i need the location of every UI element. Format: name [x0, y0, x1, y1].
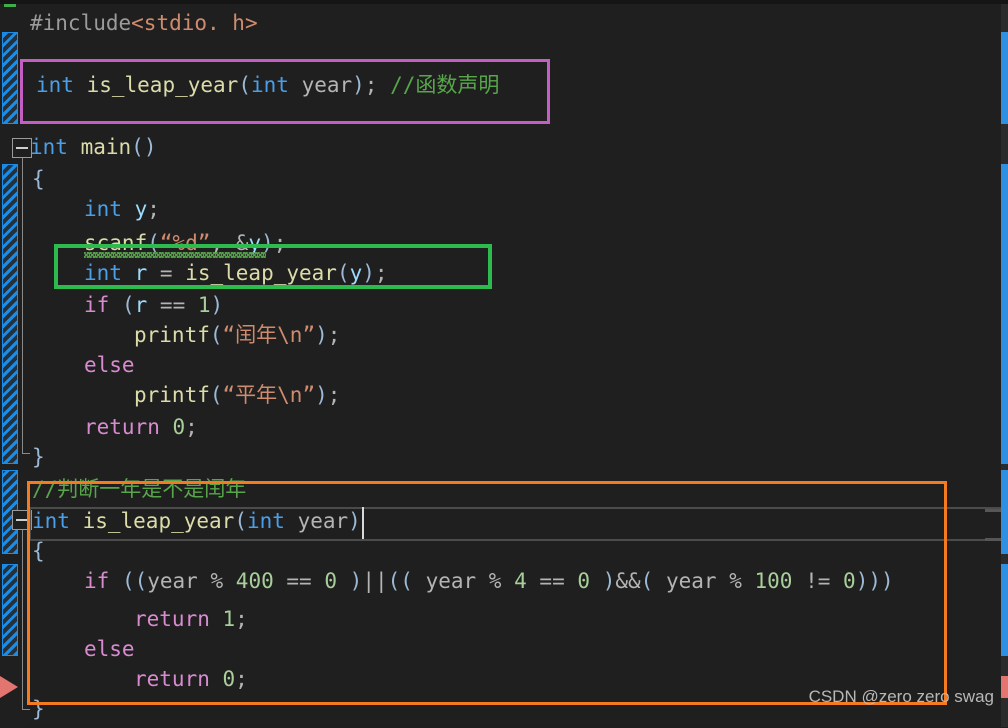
token-num: 400	[235, 569, 274, 593]
scrollbar-change-marker	[1001, 470, 1008, 554]
token-if: if	[84, 569, 110, 593]
token-num: 0	[324, 569, 337, 593]
token-int: int	[30, 135, 68, 159]
scrollbar-change-marker	[1001, 164, 1008, 464]
token-fn-main: main	[80, 135, 132, 159]
token-header: <stdio. h>	[131, 11, 258, 35]
token-num: 4	[514, 569, 527, 593]
token-fn-printf: printf	[134, 323, 210, 347]
scrollbar-bookmark-marker	[1001, 676, 1008, 698]
code-editor[interactable]: #include<stdio. h> int is_leap_year(int …	[0, 0, 1008, 727]
token-int: int	[36, 73, 74, 97]
token-param-year: year	[301, 73, 353, 97]
token-str-leap: “闰年\n”	[222, 323, 316, 347]
token-fn-name: is_leap_year	[86, 73, 239, 97]
code-line: int y;	[84, 197, 160, 221]
token-fn-printf: printf	[134, 383, 210, 407]
token-var-y: y	[349, 261, 363, 285]
token-num: 100	[754, 569, 793, 593]
token-return: return	[134, 667, 210, 691]
token-num: 0	[577, 569, 591, 593]
code-text-area[interactable]: #include<stdio. h> int is_leap_year(int …	[0, 4, 1008, 727]
scrollbar-current-line-marker	[985, 509, 1001, 512]
watermark: CSDN @zero zero swag	[808, 687, 994, 706]
code-line: int is_leap_year(int year); //函数声明	[36, 73, 500, 97]
token-num: 1	[222, 607, 236, 631]
token-str-common: “平年\n”	[222, 383, 316, 407]
token-var-r: r	[134, 261, 148, 285]
code-line: #include<stdio. h>	[0, 4, 1008, 42]
token-num: 0	[843, 569, 856, 593]
token-int: int	[84, 197, 122, 221]
token-comment: //函数声明	[390, 73, 500, 97]
scrollbar-change-marker	[1001, 32, 1008, 124]
token-num: 1	[197, 293, 211, 317]
scrollbar-current-line-marker	[985, 538, 1001, 541]
token-comment: //判断一年是不是闰年	[32, 477, 247, 501]
token-var-year: year	[147, 569, 198, 593]
token-var-r: r	[134, 293, 148, 317]
token-else: else	[84, 353, 135, 377]
vertical-scrollbar[interactable]	[1001, 4, 1008, 727]
token-var-year: year	[425, 569, 477, 593]
current-line-highlight	[30, 507, 1008, 541]
token-include: #include	[30, 11, 132, 35]
scrollbar-change-marker	[1001, 564, 1008, 656]
token-num: 0	[172, 415, 186, 439]
token-int: int	[250, 73, 289, 97]
token-return: return	[134, 607, 210, 631]
token-num: 0	[222, 667, 236, 691]
text-caret	[362, 507, 364, 539]
token-var-year: year	[665, 569, 717, 593]
token-if: if	[84, 293, 110, 317]
code-line: if ((year % 400 == 0 )||(( year % 4 == 0…	[84, 569, 894, 593]
token-return: return	[84, 415, 160, 439]
token-else: else	[84, 637, 135, 661]
token-fn-call: is_leap_year	[185, 261, 337, 285]
token-int: int	[84, 261, 122, 285]
token-var-y: y	[134, 197, 148, 221]
